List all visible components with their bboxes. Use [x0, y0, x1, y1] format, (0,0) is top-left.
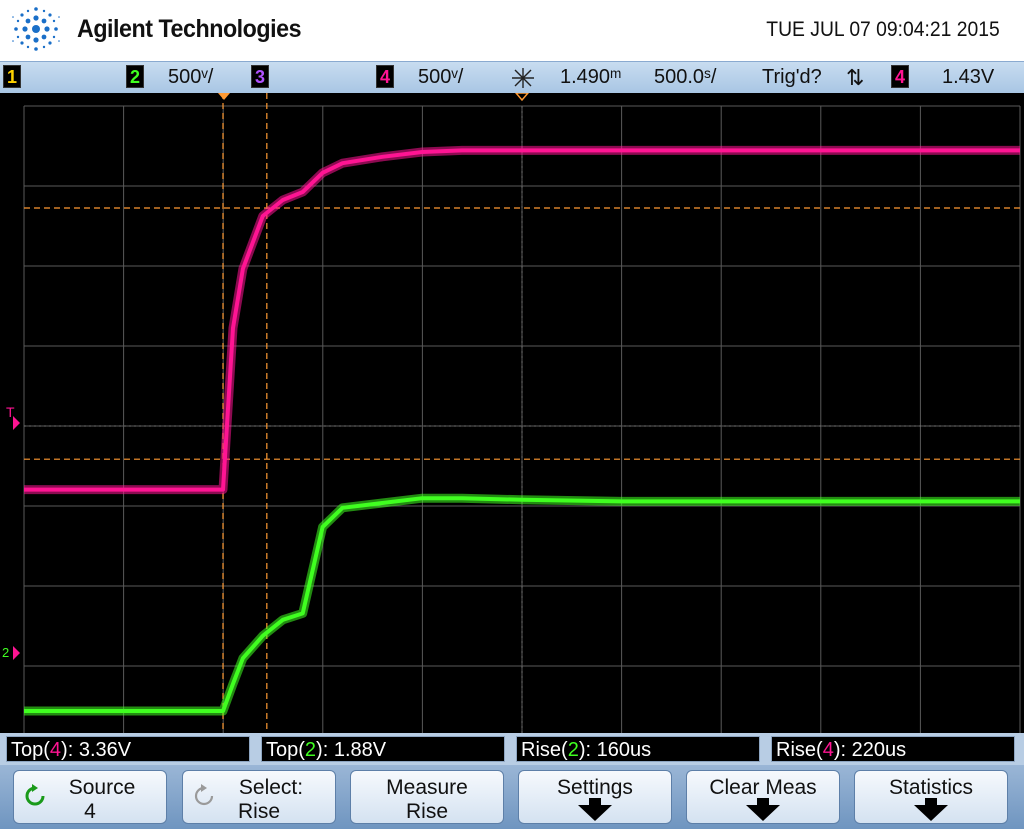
trigger-source-indicator: 4 — [891, 65, 909, 88]
time-scale: 500.0ˢ/ — [654, 66, 717, 88]
graticule-grid — [23, 105, 1021, 733]
source-softkey[interactable]: Source 4 — [13, 770, 167, 824]
brand-name: Agilent Technologies — [77, 15, 302, 43]
measure-rise-softkey[interactable]: Measure Rise — [350, 770, 504, 824]
horizontal-delay-icon — [512, 68, 534, 88]
softkey-bar: Source 4 Select: Rise Measure Rise Setti… — [0, 765, 1024, 829]
channel-2-scale: 500ᵛ/ — [168, 66, 214, 88]
time-delay: 1.490ᵐ — [560, 66, 622, 88]
trigger-status: Trig'd? — [762, 66, 822, 88]
settings-softkey[interactable]: Settings — [518, 770, 672, 824]
submenu-arrow-icon — [914, 805, 948, 821]
channel-1-indicator[interactable]: 1 — [3, 65, 21, 88]
clear-meas-softkey[interactable]: Clear Meas — [686, 770, 840, 824]
submenu-arrow-icon — [746, 805, 780, 821]
channel-2-indicator[interactable]: 2 — [126, 65, 144, 88]
channel-2-ground-label: 2 — [2, 645, 9, 660]
channel-2-ground-marker[interactable] — [13, 646, 20, 660]
delay-reference-marker — [515, 93, 529, 102]
date-time: TUE JUL 07 09:04:21 2015 — [766, 18, 1000, 41]
measurement-top-ch2[interactable]: Top(2): 1.88V — [261, 736, 505, 762]
trigger-level-marker[interactable] — [13, 416, 20, 430]
header-bar: Agilent Technologies TUE JUL 07 09:04:21… — [0, 0, 1024, 60]
measurement-bar: Top(4): 3.36V Top(2): 1.88V Rise(2): 160… — [0, 733, 1024, 765]
trigger-slope-icon: ⇅ — [846, 65, 865, 90]
submenu-arrow-icon — [578, 805, 612, 821]
channel-4-scale: 500ᵛ/ — [418, 66, 464, 88]
measurement-rise-ch4[interactable]: Rise(4): 220us — [771, 736, 1015, 762]
measurement-rise-ch2[interactable]: Rise(2): 160us — [516, 736, 760, 762]
statistics-softkey[interactable]: Statistics — [854, 770, 1008, 824]
channel-3-indicator[interactable]: 3 — [251, 65, 269, 88]
trigger-position-marker[interactable] — [218, 93, 230, 100]
screen-markers: T 2 — [2, 93, 529, 660]
waveform-plot: T 2 — [2, 93, 1024, 733]
agilent-spark-logo-icon — [12, 7, 60, 51]
trigger-level: 1.43V — [942, 66, 995, 88]
channel-4-indicator[interactable]: 4 — [376, 65, 394, 88]
waveform-display[interactable]: T 2 — [0, 93, 1024, 733]
status-bar: 1 2 500ᵛ/ 3 4 500ᵛ/ 1.490ᵐ 500.0ˢ/ Trig'… — [0, 61, 1024, 94]
measurement-top-ch4[interactable]: Top(4): 3.36V — [6, 736, 250, 762]
select-softkey[interactable]: Select: Rise — [182, 770, 336, 824]
